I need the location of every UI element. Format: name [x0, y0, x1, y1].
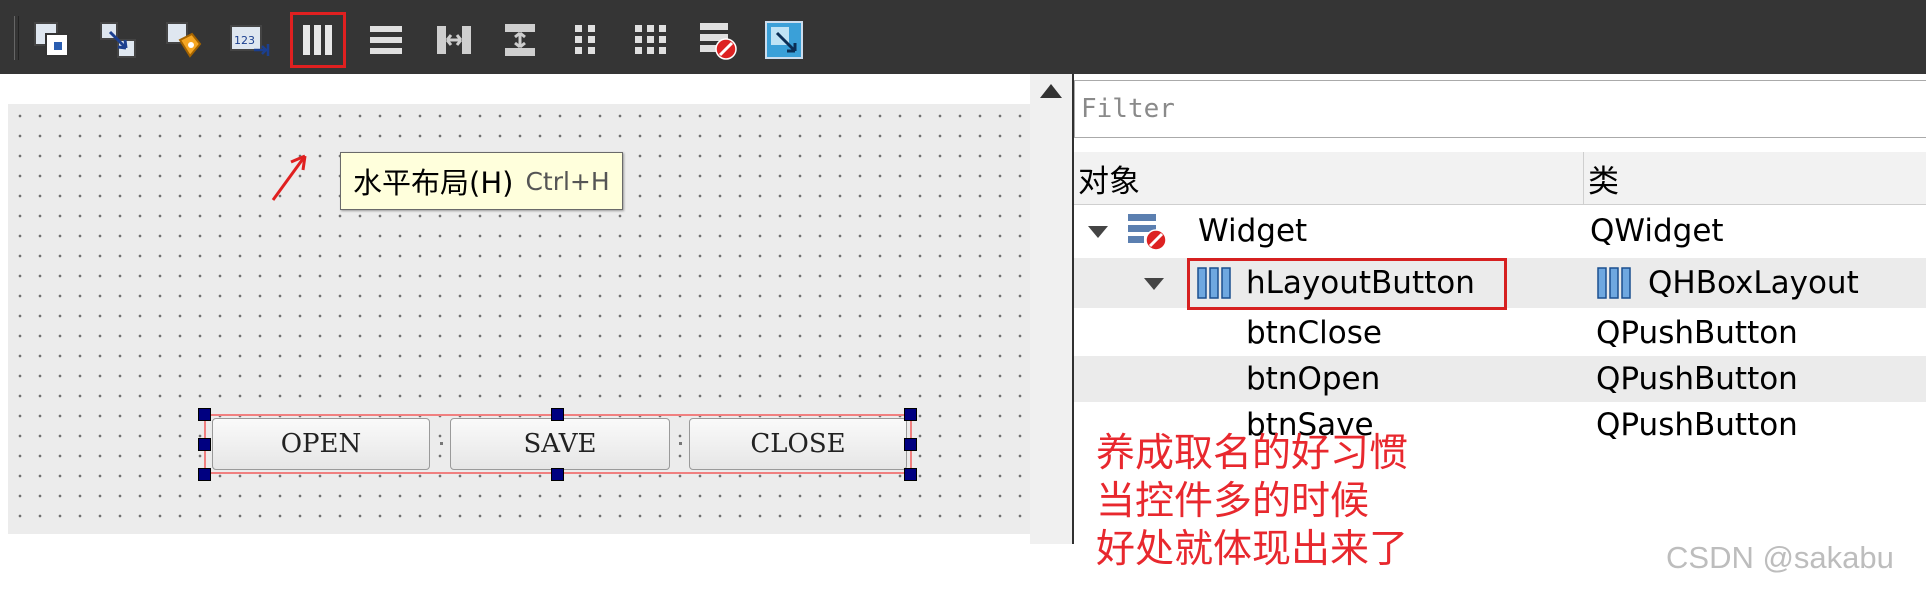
filter-input[interactable] [1074, 80, 1926, 138]
horizontal-splitter-icon [437, 26, 471, 54]
selection-handle-bottom-left[interactable] [198, 468, 211, 481]
edit-signals-slots-button[interactable] [90, 12, 146, 68]
break-layout-button[interactable] [690, 12, 746, 68]
tree-row-widget[interactable]: Widget QWidget [1074, 208, 1926, 254]
selection-handle-top-left[interactable] [198, 408, 211, 421]
layout-spacing-marker [679, 442, 682, 445]
designer-toolbar: 123 [0, 0, 1926, 74]
vertical-layout-icon [370, 26, 402, 54]
adjust-size-button[interactable] [756, 12, 812, 68]
column-header-object[interactable]: 对象 [1074, 152, 1584, 204]
column-header-class[interactable]: 类 [1584, 152, 1926, 204]
horizontal-layout-icon [303, 25, 332, 55]
edit-widgets-button[interactable] [24, 12, 80, 68]
edit-signals-slots-icon [100, 22, 136, 58]
layout-spacing-marker [440, 442, 443, 445]
selection-handle-left[interactable] [198, 438, 211, 451]
name-highlight-box [1187, 258, 1507, 310]
edit-widgets-icon [34, 22, 69, 57]
expand-arrow-icon[interactable] [1144, 278, 1164, 290]
object-name: btnClose [1246, 315, 1382, 351]
object-name: btnOpen [1246, 361, 1381, 397]
tooltip-shortcut: Ctrl+H [525, 166, 610, 196]
vertical-splitter-icon [505, 24, 535, 56]
edit-buddies-button[interactable] [156, 12, 212, 68]
tree-row-btnopen[interactable]: btnOpen QPushButton [1074, 356, 1926, 402]
class-name: QWidget [1590, 213, 1724, 249]
widget-icon [1126, 208, 1172, 254]
grid-layout-icon [635, 25, 666, 54]
selection-handle-top-right[interactable] [904, 408, 917, 421]
form-editor-area: OPEN SAVE CLOSE 水平布局(H) Ctrl+H [0, 74, 1030, 594]
edit-tab-order-icon: 123 [230, 25, 270, 56]
selection-handle-bottom[interactable] [551, 468, 564, 481]
note-line: 养成取名的好习惯 [1096, 431, 1409, 476]
annotation-arrow-icon [271, 154, 307, 201]
annotation-note: 养成取名的好习惯 当控件多的时候 好处就体现出来了 [1096, 430, 1408, 574]
class-name: QPushButton [1596, 407, 1798, 443]
class-icon-hbox [1596, 258, 1632, 308]
horizontal-layout-button[interactable] [290, 12, 346, 68]
note-line: 当控件多的时候 [1096, 479, 1370, 524]
edit-buddies-icon [166, 22, 202, 58]
grid-layout-button[interactable] [624, 12, 680, 68]
selection-handle-bottom-right[interactable] [904, 468, 917, 481]
watermark: CSDN @sakabu [1666, 540, 1894, 575]
adjust-size-icon [765, 21, 803, 59]
toolbar-grip[interactable] [14, 16, 19, 60]
break-layout-icon [700, 23, 737, 60]
form-layout-icon [575, 25, 595, 54]
selection-handle-right[interactable] [904, 438, 917, 451]
toolbar-tooltip: 水平布局(H) Ctrl+H [340, 152, 623, 210]
class-name: QHBoxLayout [1648, 265, 1859, 301]
open-button[interactable]: OPEN [212, 418, 430, 470]
canvas-vertical-scrollbar[interactable] [1030, 74, 1074, 544]
edit-tab-order-button[interactable]: 123 [222, 12, 278, 68]
object-name: Widget [1198, 213, 1308, 249]
save-button[interactable]: SAVE [450, 418, 670, 470]
inspector-header: 对象 类 [1074, 152, 1926, 205]
horizontal-splitter-button[interactable] [426, 12, 482, 68]
close-button[interactable]: CLOSE [689, 418, 907, 470]
class-name: QPushButton [1596, 361, 1798, 397]
vertical-layout-button[interactable] [358, 12, 414, 68]
form-layout-button[interactable] [558, 12, 614, 68]
note-line: 好处就体现出来了 [1096, 527, 1409, 572]
vertical-splitter-button[interactable] [492, 12, 548, 68]
selection-handle-top[interactable] [551, 408, 564, 421]
tooltip-label: 水平布局(H) [353, 166, 514, 200]
class-name: QPushButton [1596, 315, 1798, 351]
tree-row-btnclose[interactable]: btnClose QPushButton [1074, 310, 1926, 356]
expand-arrow-icon[interactable] [1088, 226, 1108, 238]
scroll-up-icon[interactable] [1040, 84, 1062, 98]
svg-text:123: 123 [234, 34, 255, 47]
